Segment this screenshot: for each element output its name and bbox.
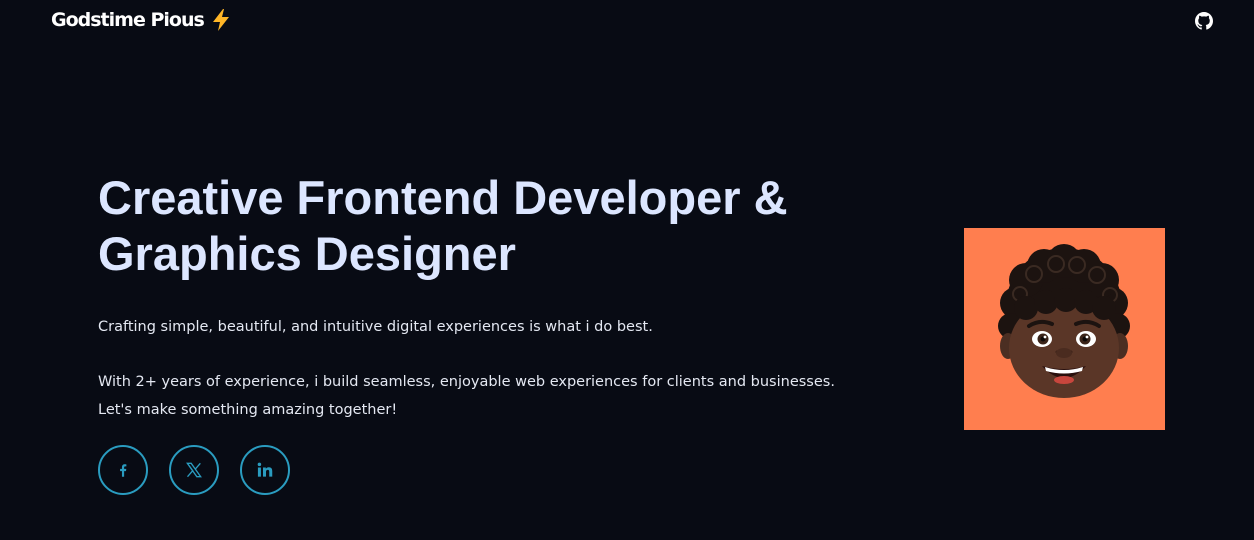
github-icon[interactable] [1195, 12, 1213, 30]
brand-name: Godstime Pious [51, 9, 205, 31]
facebook-button[interactable] [98, 445, 148, 495]
facebook-icon [120, 464, 127, 477]
x-icon [186, 462, 202, 478]
social-links [98, 445, 290, 495]
hero-headline-line-2: Graphics Designer [98, 227, 516, 280]
top-nav: Godstime Pious [0, 0, 1254, 44]
memoji-avatar [998, 244, 1130, 398]
brand-link[interactable]: Godstime Pious [51, 8, 232, 32]
hero-headline: Creative Frontend Developer & Graphics D… [98, 170, 898, 282]
hero-lead-text: Crafting simple, beautiful, and intuitiv… [98, 319, 653, 335]
x-button[interactable] [169, 445, 219, 495]
avatar-card [964, 228, 1165, 430]
linkedin-icon [257, 462, 273, 477]
hero-headline-line-1: Creative Frontend Developer & [98, 171, 788, 224]
lightning-bolt-icon [210, 8, 232, 32]
hero-section: Creative Frontend Developer & Graphics D… [98, 170, 898, 424]
hero-detail-text: With 2+ years of experience, i build sea… [98, 368, 898, 424]
hero-detail-line-2: Let's make something amazing together! [98, 402, 398, 418]
page: Godstime Pious Creative Frontend Develop… [0, 0, 1254, 540]
hero-detail-line-1: With 2+ years of experience, i build sea… [98, 374, 835, 390]
linkedin-button[interactable] [240, 445, 290, 495]
